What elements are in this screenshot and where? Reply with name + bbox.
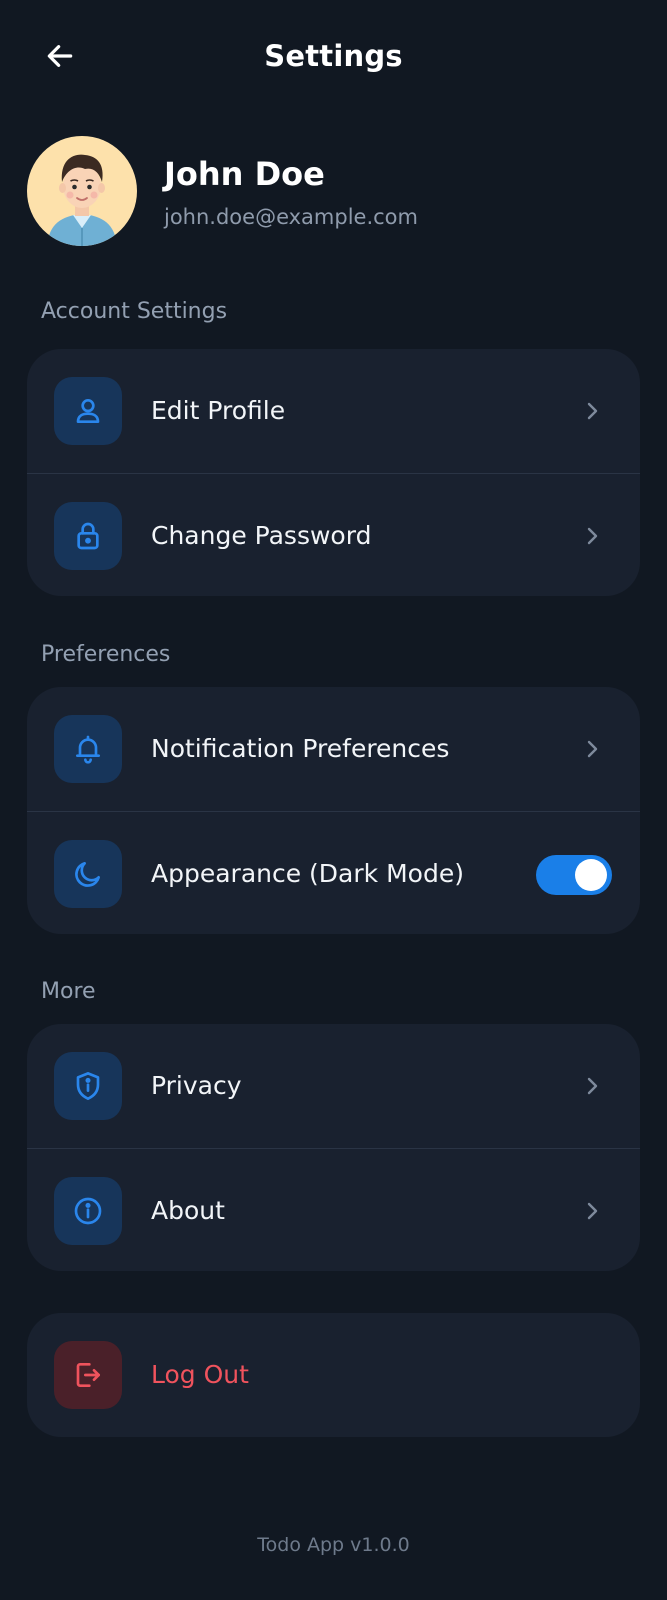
settings-item-label: Appearance (Dark Mode) — [151, 859, 464, 888]
logout-card: Log Out — [27, 1313, 640, 1437]
app-version: Todo App v1.0.0 — [257, 1534, 410, 1556]
toggle-knob — [575, 859, 607, 891]
preferences-card: Notification Preferences Appearance (Dar… — [27, 687, 640, 934]
settings-item-appearance: Appearance (Dark Mode) — [27, 811, 640, 934]
chevron-right-icon — [580, 522, 604, 550]
chevron-right-icon — [580, 735, 604, 763]
chevron-right-icon — [580, 1197, 604, 1225]
logout-icon — [76, 1363, 100, 1387]
more-card: Privacy About — [27, 1024, 640, 1271]
icon-box — [54, 502, 122, 570]
icon-box — [54, 840, 122, 908]
dark-mode-toggle[interactable] — [536, 855, 612, 895]
profile-summary: John Doe john.doe@example.com — [27, 136, 627, 246]
settings-item-notification-preferences[interactable]: Notification Preferences — [27, 687, 640, 811]
avatar-illustration — [47, 154, 117, 246]
profile-name: John Doe — [164, 155, 325, 193]
user-icon — [76, 399, 100, 423]
settings-item-label: Privacy — [151, 1071, 242, 1100]
lock-icon — [77, 522, 99, 550]
section-label-more: More — [41, 979, 96, 1004]
logout-button[interactable]: Log Out — [27, 1313, 640, 1437]
account-settings-card: Edit Profile Change Password — [27, 349, 640, 596]
shield-info-icon — [76, 1072, 100, 1100]
icon-box — [54, 715, 122, 783]
avatar — [27, 136, 137, 246]
page-title: Settings — [264, 39, 403, 73]
settings-item-edit-profile[interactable]: Edit Profile — [27, 349, 640, 473]
icon-box — [54, 377, 122, 445]
bell-icon — [76, 735, 100, 764]
profile-email: john.doe@example.com — [164, 205, 418, 229]
icon-box — [54, 1052, 122, 1120]
info-icon — [74, 1197, 102, 1225]
settings-item-label: Edit Profile — [151, 396, 286, 425]
chevron-right-icon — [580, 1072, 604, 1100]
settings-item-change-password[interactable]: Change Password — [27, 473, 640, 596]
settings-item-label: Change Password — [151, 521, 372, 550]
moon-icon — [75, 862, 100, 887]
logout-label: Log Out — [151, 1360, 249, 1389]
settings-item-label: Notification Preferences — [151, 734, 450, 763]
section-label-preferences: Preferences — [41, 642, 171, 667]
section-label-account-settings: Account Settings — [41, 299, 228, 324]
settings-item-privacy[interactable]: Privacy — [27, 1024, 640, 1148]
chevron-right-icon — [580, 397, 604, 425]
icon-box — [54, 1177, 122, 1245]
icon-box — [54, 1341, 122, 1409]
settings-item-about[interactable]: About — [27, 1148, 640, 1271]
app-header: Settings — [0, 0, 667, 110]
settings-item-label: About — [151, 1196, 225, 1225]
